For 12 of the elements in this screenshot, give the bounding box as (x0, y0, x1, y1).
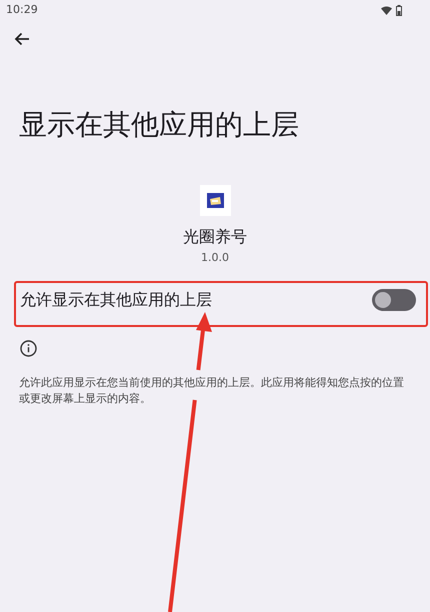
setting-label: 允许显示在其他应用的上层 (20, 288, 212, 310)
app-name: 光圈养号 (183, 226, 247, 248)
back-icon[interactable] (14, 32, 30, 46)
app-version: 1.0.0 (201, 250, 229, 266)
battery-icon (396, 4, 402, 16)
page-title: 显示在其他应用的上层 (18, 107, 300, 143)
info-icon (20, 340, 37, 356)
app-icon (200, 185, 230, 216)
toggle-switch[interactable] (372, 288, 416, 310)
status-time: 10:29 (6, 2, 38, 18)
description-text: 允许此应用显示在您当前使用的其他应用的上层。此应用将能得知您点按的位置或更改屏幕上显示的内容。 (18, 374, 405, 406)
wifi-icon (381, 6, 392, 14)
